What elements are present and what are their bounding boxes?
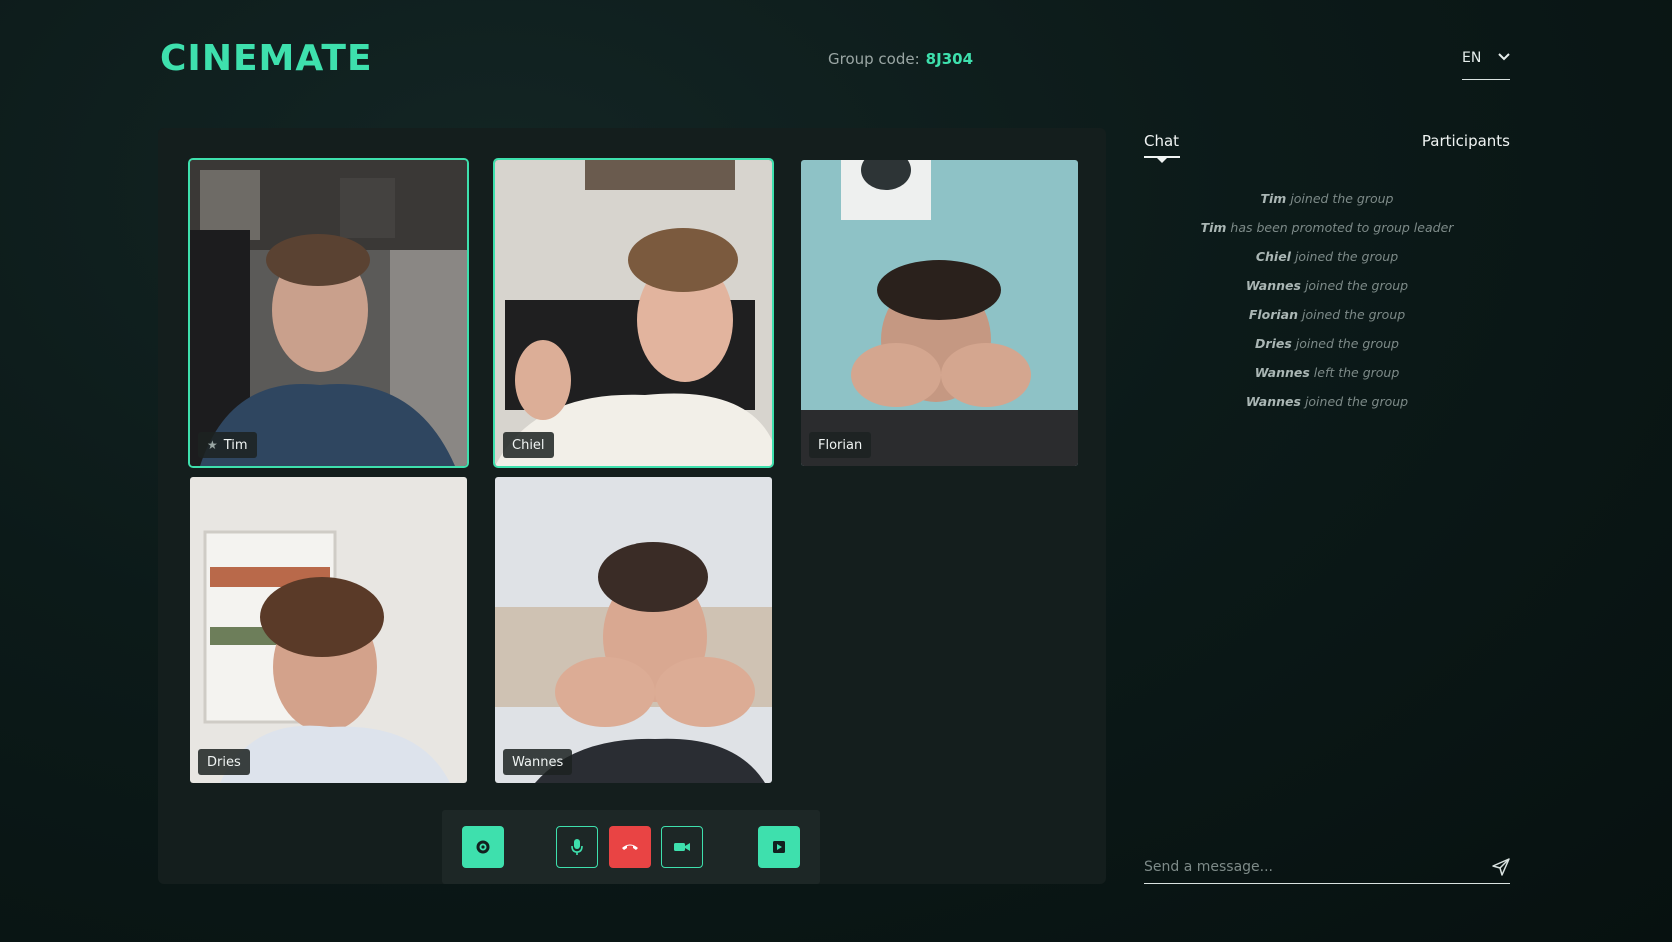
- gear-icon: [476, 840, 490, 854]
- active-tab-indicator: [1144, 156, 1180, 163]
- language-selector[interactable]: EN: [1462, 50, 1510, 80]
- screen-share-button[interactable]: [758, 826, 800, 868]
- video-tile-dries[interactable]: Dries: [190, 477, 467, 783]
- app-logo: CINEMATE: [160, 38, 373, 79]
- group-code-label: Group code:: [828, 50, 920, 68]
- video-feed-florian: [801, 160, 1078, 466]
- chat-event: Chiel joined the group: [1255, 249, 1399, 264]
- participant-name: Tim: [223, 437, 248, 453]
- call-controls: [442, 810, 820, 884]
- tab-participants[interactable]: Participants: [1422, 132, 1510, 150]
- participant-name: Dries: [207, 754, 241, 770]
- chat-event: Wannes joined the group: [1245, 394, 1409, 409]
- camera-button[interactable]: [661, 826, 703, 868]
- chat-event: Wannes left the group: [1254, 365, 1400, 380]
- sidebar-tabs: Chat Participants: [1144, 128, 1510, 168]
- name-tag-tim: ★ Tim: [198, 432, 257, 458]
- chat-event: Dries joined the group: [1255, 336, 1399, 351]
- star-icon: ★: [207, 438, 218, 452]
- video-feed-chiel: [495, 160, 772, 466]
- video-tile-wannes[interactable]: Wannes: [495, 477, 772, 783]
- microphone-icon: [571, 839, 583, 855]
- name-tag-wannes: Wannes: [503, 749, 573, 775]
- chat-event: Tim joined the group: [1260, 191, 1394, 206]
- chat-event: Tim has been promoted to group leader: [1200, 220, 1454, 235]
- video-feed-wannes: [495, 477, 772, 783]
- message-input[interactable]: [1144, 858, 1464, 875]
- chevron-down-icon: [1498, 53, 1510, 61]
- play-screen-icon: [773, 841, 785, 853]
- send-icon[interactable]: [1492, 857, 1510, 876]
- tab-chat[interactable]: Chat: [1144, 132, 1179, 150]
- video-feed-tim: [190, 160, 467, 466]
- group-code-value: 8J304: [925, 50, 974, 68]
- settings-button[interactable]: [462, 826, 504, 868]
- language-label: EN: [1462, 50, 1482, 66]
- chat-events: Tim joined the group Tim has been promot…: [1144, 184, 1510, 416]
- sidebar: Chat Participants Tim joined the group T…: [1144, 128, 1510, 888]
- chat-event: Wannes joined the group: [1245, 278, 1409, 293]
- video-stage: ★ Tim Chiel Florian Dries Wannes: [158, 128, 1106, 884]
- chat-event: Florian joined the group: [1248, 307, 1406, 322]
- participant-name: Wannes: [512, 754, 564, 770]
- name-tag-florian: Florian: [809, 432, 872, 458]
- participant-name: Florian: [818, 437, 863, 453]
- video-tile-tim[interactable]: ★ Tim: [188, 158, 469, 468]
- video-feed-dries: [190, 477, 467, 783]
- video-camera-icon: [674, 843, 690, 851]
- participant-name: Chiel: [512, 437, 545, 453]
- phone-hangup-icon: [622, 844, 638, 850]
- name-tag-dries: Dries: [198, 749, 250, 775]
- video-tile-florian[interactable]: Florian: [801, 160, 1078, 466]
- message-bar: [1144, 850, 1510, 884]
- name-tag-chiel: Chiel: [503, 432, 554, 458]
- microphone-button[interactable]: [556, 826, 598, 868]
- video-tile-chiel[interactable]: Chiel: [493, 158, 774, 468]
- hang-up-button[interactable]: [609, 826, 651, 868]
- group-code-display: Group code: 8J304: [828, 50, 973, 68]
